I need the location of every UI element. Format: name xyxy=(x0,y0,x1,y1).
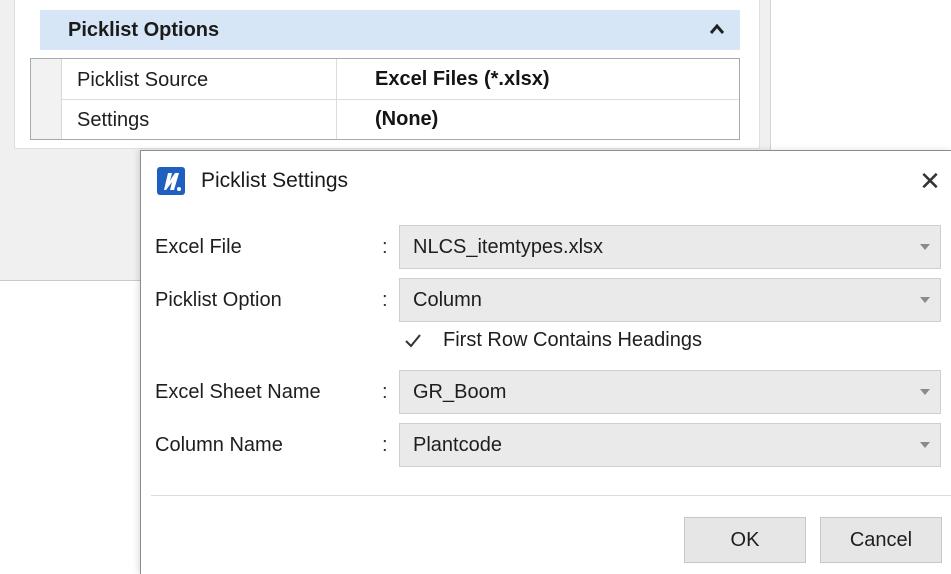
chevron-up-icon[interactable] xyxy=(710,24,724,34)
picklist-options-group-header[interactable]: Picklist Options xyxy=(40,10,740,50)
dropdown-arrow-icon[interactable] xyxy=(920,244,930,250)
picklist-option-combobox[interactable]: Column xyxy=(399,278,941,322)
property-grid-gutter xyxy=(31,59,62,139)
dialog-separator xyxy=(151,495,951,496)
picklist-settings-dialog: Picklist Settings ✕ Excel File : NLCS_it… xyxy=(140,150,951,574)
picklist-option-label: Picklist Option xyxy=(155,289,282,311)
checkbox-label: First Row Contains Headings xyxy=(443,329,702,351)
dialog-title: Picklist Settings xyxy=(201,169,349,192)
excel-file-combobox[interactable]: NLCS_itemtypes.xlsx xyxy=(399,225,941,269)
excel-sheet-name-value: GR_Boom xyxy=(413,381,507,403)
column-name-label: Column Name xyxy=(155,434,283,456)
property-name: Settings xyxy=(77,109,150,131)
close-button[interactable]: ✕ xyxy=(908,161,951,201)
column-name-value: Plantcode xyxy=(413,434,502,456)
microstation-logo-icon xyxy=(157,167,185,195)
cancel-button[interactable]: Cancel xyxy=(820,517,942,563)
property-name: Picklist Source xyxy=(77,69,209,91)
dropdown-arrow-icon[interactable] xyxy=(920,297,930,303)
property-value[interactable]: (None) xyxy=(375,108,438,131)
excel-sheet-name-label: Excel Sheet Name xyxy=(155,381,321,403)
column-name-combobox[interactable]: Plantcode xyxy=(399,423,941,467)
excel-file-label: Excel File xyxy=(155,236,242,258)
column-name-colon: : xyxy=(382,434,388,456)
picklist-option-value: Column xyxy=(413,289,482,311)
dropdown-arrow-icon[interactable] xyxy=(920,442,930,448)
excel-file-value: NLCS_itemtypes.xlsx xyxy=(413,236,604,258)
checkmark-icon[interactable] xyxy=(403,331,423,351)
ok-button[interactable]: OK xyxy=(684,517,806,563)
excel-sheet-name-combobox[interactable]: GR_Boom xyxy=(399,370,941,414)
picklist-option-colon: : xyxy=(382,289,388,311)
excel-file-colon: : xyxy=(382,236,388,258)
property-grid: Picklist Source Excel Files (*.xlsx) Set… xyxy=(30,58,740,140)
group-title: Picklist Options xyxy=(68,19,220,41)
property-row-settings[interactable]: Settings (None) xyxy=(61,100,739,139)
property-value[interactable]: Excel Files (*.xlsx) xyxy=(375,68,550,91)
dropdown-arrow-icon[interactable] xyxy=(920,389,930,395)
property-row-picklist-source[interactable]: Picklist Source Excel Files (*.xlsx) xyxy=(61,60,739,100)
excel-sheet-name-colon: : xyxy=(382,381,388,403)
